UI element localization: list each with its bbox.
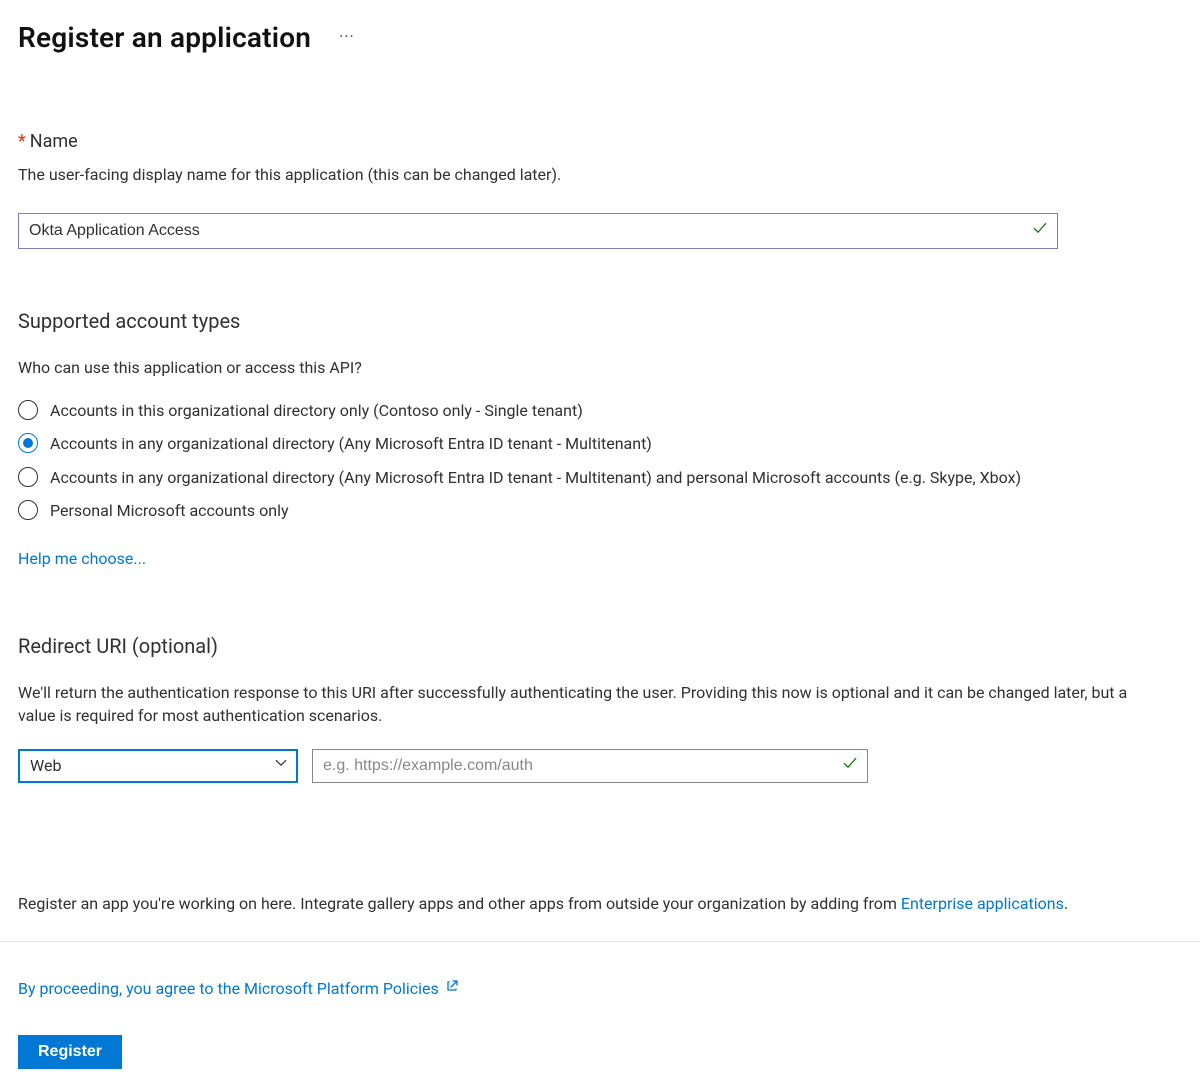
period: . [1064,894,1068,913]
platform-select-value: Web [30,755,61,777]
radio-icon [18,433,38,453]
page-title: Register an application [18,18,311,57]
more-actions-icon[interactable]: ··· [339,26,355,48]
enterprise-applications-link[interactable]: Enterprise applications [901,894,1064,913]
platform-policies-link[interactable]: By proceeding, you agree to the Microsof… [18,978,439,1000]
account-type-option-multitenant[interactable]: Accounts in any organizational directory… [18,432,1182,455]
enterprise-apps-note: Register an app you're working on here. … [18,893,1182,915]
redirect-uri-heading: Redirect URI (optional) [18,632,1182,660]
account-types-question: Who can use this application or access t… [18,357,1182,379]
radio-icon [18,500,38,520]
external-link-icon [445,979,459,1000]
account-type-option-multitenant-personal[interactable]: Accounts in any organizational directory… [18,466,1182,489]
account-type-option-personal-only[interactable]: Personal Microsoft accounts only [18,499,1182,522]
name-label: *Name [18,129,1182,154]
platform-select[interactable]: Web [18,749,298,783]
account-type-option-single-tenant[interactable]: Accounts in this organizational director… [18,399,1182,422]
radio-label: Accounts in any organizational directory… [50,432,652,455]
account-types-radio-group: Accounts in this organizational director… [18,399,1182,522]
redirect-uri-input[interactable] [312,749,868,783]
required-asterisk: * [18,131,26,152]
redirect-uri-description: We'll return the authentication response… [18,682,1138,727]
account-types-heading: Supported account types [18,307,1182,335]
radio-label: Accounts in any organizational directory… [50,466,1021,489]
name-description: The user-facing display name for this ap… [18,164,1182,186]
register-button[interactable]: Register [18,1035,122,1069]
radio-label: Accounts in this organizational director… [50,399,583,422]
radio-label: Personal Microsoft accounts only [50,499,289,522]
radio-icon [18,467,38,487]
divider [0,941,1200,942]
app-name-input[interactable] [18,213,1058,249]
help-me-choose-link[interactable]: Help me choose... [18,548,146,570]
radio-icon [18,400,38,420]
